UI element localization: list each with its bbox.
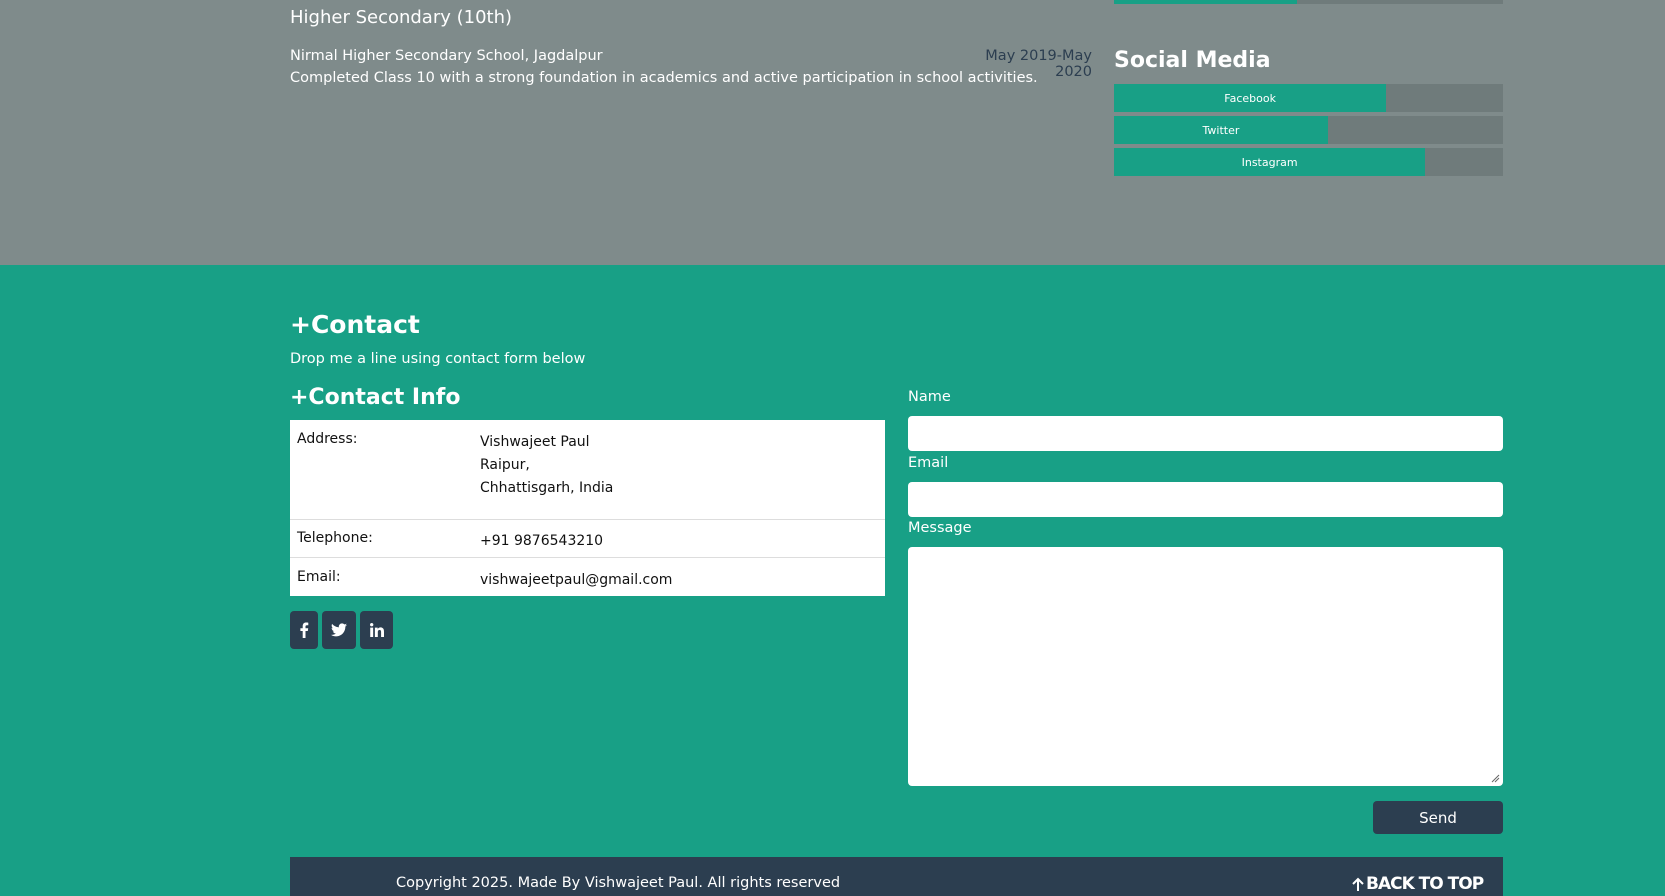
address-line: Raipur,	[480, 457, 530, 473]
social-bar-facebook: Facebook	[1114, 84, 1503, 112]
social-bar-fill: Facebook	[1114, 84, 1387, 112]
resize-handle-icon[interactable]	[1491, 774, 1500, 783]
education-description: Completed Class 10 with a strong foundat…	[290, 70, 1038, 86]
resume-section: Higher Secondary (10th) Nirmal Higher Se…	[0, 0, 1665, 265]
contact-info-table: Address: Vishwajeet Paul Raipur, Chhatti…	[290, 420, 885, 596]
twitter-icon	[331, 623, 347, 637]
facebook-button[interactable]	[290, 611, 318, 649]
facebook-icon	[300, 622, 309, 638]
address-value: Vishwajeet Paul Raipur, Chhattisgarh, In…	[480, 431, 878, 508]
contact-title: +Contact	[290, 310, 420, 339]
name-field[interactable]	[908, 416, 1503, 451]
telephone-row: Telephone: +91 9876543210	[290, 519, 885, 557]
telephone-label: Telephone:	[297, 530, 373, 546]
social-bar-twitter: Twitter	[1114, 116, 1503, 144]
name-label: Name	[908, 389, 951, 405]
telephone-value: +91 9876543210	[480, 533, 604, 549]
social-bar-fill: Twitter	[1114, 116, 1328, 144]
address-line: Chhattisgarh, India	[480, 480, 614, 496]
contact-subtitle: Drop me a line using contact form below	[290, 351, 586, 367]
education-title: Higher Secondary (10th)	[290, 7, 513, 28]
contact-info-title: +Contact Info	[290, 385, 461, 410]
twitter-button[interactable]	[322, 611, 356, 649]
social-bar-instagram: Instagram	[1114, 148, 1503, 176]
footer: Copyright 2025. Made By Vishwajeet Paul.…	[290, 857, 1503, 896]
social-bar-fill: Instagram	[1114, 148, 1426, 176]
social-media-title: Social Media	[1114, 48, 1271, 73]
education-school: Nirmal Higher Secondary School, Jagdalpu…	[290, 48, 603, 64]
email-field[interactable]	[908, 482, 1503, 517]
linkedin-icon	[369, 623, 384, 637]
send-button[interactable]: Send	[1373, 801, 1503, 834]
back-to-top-link[interactable]: BACK TO TOP	[1352, 874, 1484, 894]
email-field-label: Email	[908, 455, 949, 471]
message-label: Message	[908, 520, 972, 536]
arrow-up-icon	[1352, 877, 1364, 891]
message-field[interactable]	[908, 547, 1503, 786]
address-line: Vishwajeet Paul	[480, 434, 590, 450]
skill-bar	[1114, 0, 1503, 4]
skill-bar-fill	[1114, 0, 1297, 4]
back-to-top-label: BACK TO TOP	[1366, 874, 1484, 894]
email-value: vishwajeetpaul@gmail.com	[480, 572, 673, 588]
social-icons	[290, 611, 397, 649]
linkedin-button[interactable]	[360, 611, 393, 649]
address-label: Address:	[297, 431, 358, 447]
address-row: Address: Vishwajeet Paul Raipur, Chhatti…	[290, 420, 885, 519]
email-label: Email:	[297, 569, 341, 585]
email-row: Email: vishwajeetpaul@gmail.com	[290, 557, 885, 596]
copyright-text: Copyright 2025. Made By Vishwajeet Paul.…	[396, 875, 841, 891]
